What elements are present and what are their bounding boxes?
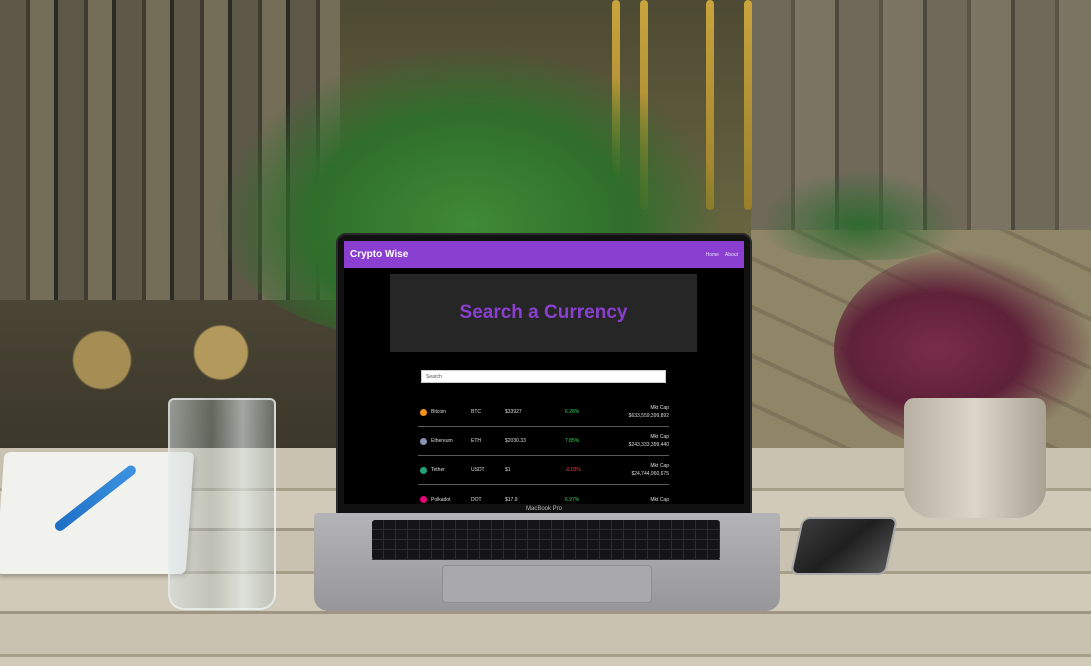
app-screen: Crypto Wise Home About Search a Currency… <box>344 241 744 504</box>
coin-name: Polkadot <box>431 496 451 503</box>
bitcoin-icon <box>420 408 427 416</box>
polkadot-icon <box>420 496 427 503</box>
hero-banner: Search a Currency <box>390 274 697 352</box>
coin-price: $33927 <box>505 409 522 415</box>
coin-change: 6.97% <box>565 496 580 503</box>
coin-market-cap: Mkt Cap $243,333,399,440 <box>605 433 669 449</box>
coin-symbol: USDT <box>471 467 485 473</box>
mcap-label: Mkt Cap <box>650 405 669 411</box>
coin-row[interactable]: Ethereum ETH $2030.33 7.85% Mkt Cap $243… <box>418 427 669 456</box>
navbar: Crypto Wise Home About <box>344 241 744 268</box>
coin-price: $2030.33 <box>505 438 526 444</box>
plant-pot <box>904 398 1046 518</box>
coin-symbol: BTC <box>471 409 481 415</box>
nav-home-link[interactable]: Home <box>706 252 719 258</box>
green-shrub <box>760 170 960 260</box>
smartphone <box>789 517 899 575</box>
currency-search-input[interactable] <box>421 370 666 383</box>
notebook <box>0 452 195 574</box>
coin-change: -0.03% <box>565 467 581 473</box>
coin-row[interactable]: Polkadot DOT $17.9 6.97% Mkt Cap <box>418 485 669 504</box>
coin-name: Tether <box>431 467 445 473</box>
coin-market-cap: Mkt Cap $633,559,399,892 <box>605 404 669 420</box>
coin-change: 7.85% <box>565 438 580 444</box>
coin-symbol: ETH <box>471 438 481 444</box>
ethereum-icon <box>420 437 427 445</box>
mcap-value: $24,744,960,675 <box>631 471 669 477</box>
nav-about-link[interactable]: About <box>725 252 738 258</box>
coin-row[interactable]: Bitcoin BTC $33927 6.28% Mkt Cap $633,55… <box>418 398 669 427</box>
mcap-value: $633,559,399,892 <box>628 413 669 419</box>
brand-logo[interactable]: Crypto Wise <box>350 249 408 260</box>
coin-change: 6.28% <box>565 409 580 415</box>
coin-name: Ethereum <box>431 438 453 444</box>
coin-list: Bitcoin BTC $33927 6.28% Mkt Cap $633,55… <box>418 398 669 504</box>
coin-symbol: DOT <box>471 496 482 503</box>
mcap-label: Mkt Cap <box>650 434 669 440</box>
mcap-label: Mkt Cap <box>650 463 669 469</box>
water-glass <box>168 398 276 610</box>
laptop-model-label: MacBook Pro <box>525 506 562 512</box>
hero-title: Search a Currency <box>459 302 628 323</box>
coin-market-cap: Mkt Cap <box>605 496 669 504</box>
coin-price: $1 <box>505 467 511 473</box>
coin-market-cap: Mkt Cap $24,744,960,675 <box>605 462 669 478</box>
coin-price: $17.9 <box>505 496 518 503</box>
laptop-trackpad <box>442 565 652 603</box>
bamboo-stalk <box>744 0 752 210</box>
tether-icon <box>420 466 427 474</box>
mcap-value: $243,333,399,440 <box>628 442 669 448</box>
coin-name: Bitcoin <box>431 409 447 415</box>
mcap-label: Mkt Cap <box>650 496 669 503</box>
coin-row[interactable]: Tether USDT $1 -0.03% Mkt Cap $24,744,96… <box>418 456 669 485</box>
laptop-keyboard <box>372 520 720 560</box>
nav-links: Home About <box>706 252 738 258</box>
